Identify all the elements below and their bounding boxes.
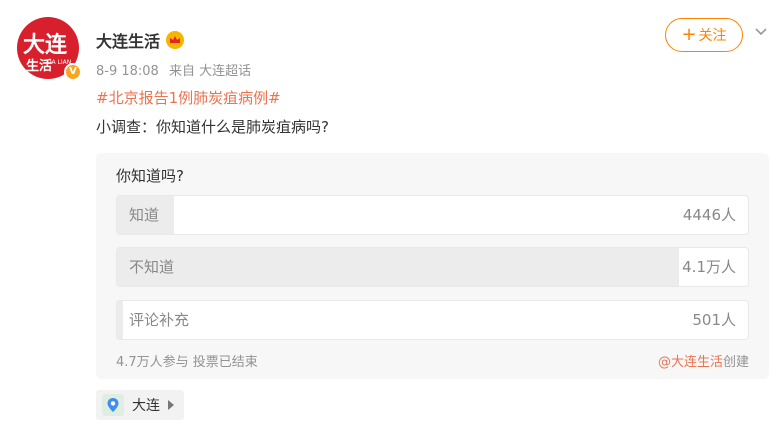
location-pin-icon <box>102 394 124 416</box>
chevron-down-icon[interactable] <box>752 22 770 40</box>
post-text: 小调查：你知道什么是肺炭疽病吗? <box>96 118 329 136</box>
post-time[interactable]: 8-9 18:08 <box>96 64 159 79</box>
post-source[interactable]: 来自 大连超话 <box>169 64 251 79</box>
follow-button[interactable]: + 关注 <box>665 18 743 52</box>
poll-summary: 4.7万人参与 投票已结束 <box>116 355 258 370</box>
poll-creator-line: @大连生活创建 <box>658 351 749 370</box>
plus-icon: + <box>681 24 697 45</box>
poll-option-label: 不知道 <box>129 258 175 276</box>
account-name[interactable]: 大连生活 <box>96 28 160 52</box>
location-name: 大连 <box>132 398 160 414</box>
poll-option-label: 知道 <box>129 206 160 224</box>
poll-option[interactable]: 不知道 4.1万人 <box>116 247 749 287</box>
poll-option-count: 501人 <box>692 311 736 329</box>
poll-option[interactable]: 知道 4446人 <box>116 195 749 235</box>
post-meta: 8-9 18:08 来自 大连超话 <box>96 60 257 79</box>
chevron-right-icon <box>168 400 174 410</box>
poll-option-count: 4446人 <box>682 206 736 224</box>
hashtag-link[interactable]: #北京报告1例肺炭疽病例# <box>96 87 281 108</box>
verified-badge-icon: V <box>64 63 82 81</box>
poll-card: 你知道吗? 知道 4446人 不知道 4.1万人 评论补充 501人 4.7万人… <box>96 153 769 379</box>
poll-option-bar <box>117 301 124 339</box>
follow-label: 关注 <box>698 28 727 44</box>
poll-creator-link[interactable]: @大连生活 <box>658 355 723 370</box>
poll-option[interactable]: 评论补充 501人 <box>116 300 749 340</box>
poll-question: 你知道吗? <box>116 167 184 185</box>
poll-option-bar <box>117 248 679 286</box>
crown-icon <box>166 31 185 49</box>
poll-option-label: 评论补充 <box>129 311 190 329</box>
poll-option-count: 4.1万人 <box>682 258 736 276</box>
account-header: 大连生活 <box>96 28 185 52</box>
location-tag[interactable]: 大连 <box>96 390 184 420</box>
poll-created-suffix: 创建 <box>722 355 749 370</box>
